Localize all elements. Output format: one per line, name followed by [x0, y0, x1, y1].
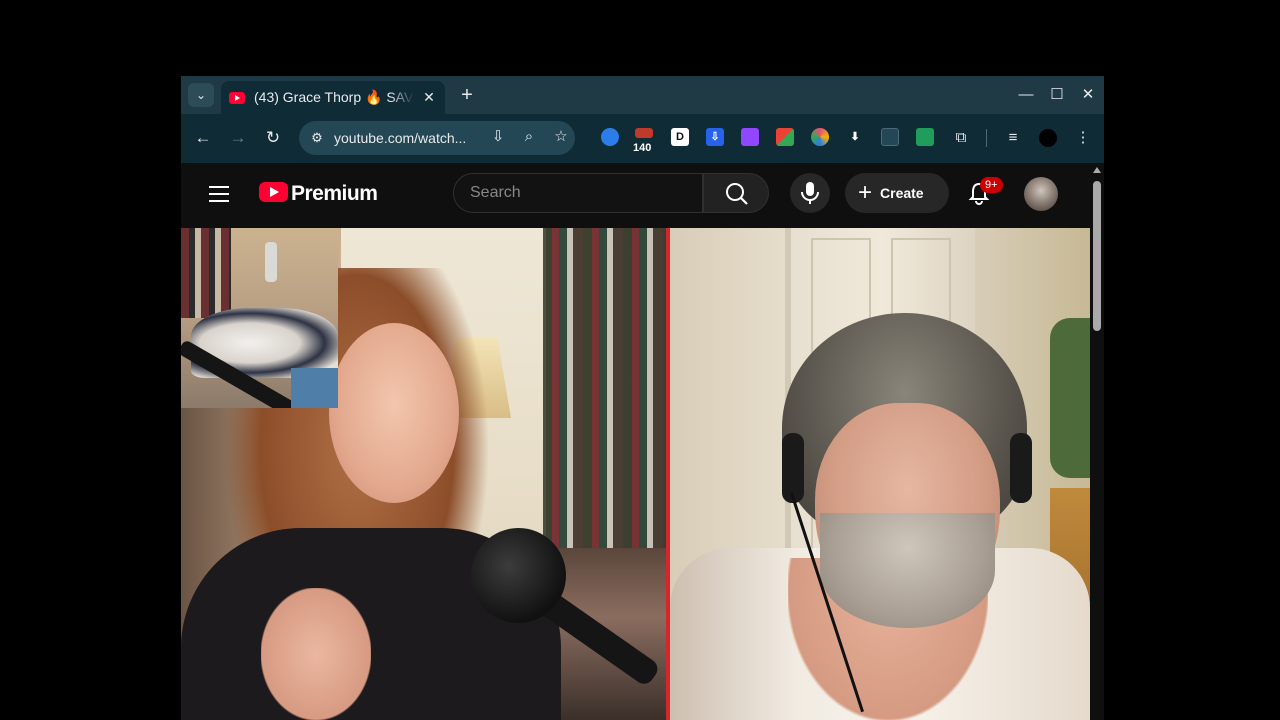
close-window-button[interactable]: ✕ [1078, 84, 1098, 106]
tv-extension-icon[interactable] [881, 128, 899, 146]
tab-strip: ⌄ (43) Grace Thorp 🔥 SAVAGE ✕ + — ☐ ✕ [181, 76, 1104, 114]
tab-youtube[interactable]: (43) Grace Thorp 🔥 SAVAGE ✕ [221, 81, 445, 114]
url-text: youtube.com/watch... [334, 130, 467, 146]
account-avatar[interactable] [1024, 177, 1058, 211]
scroll-up-arrow-icon[interactable] [1093, 167, 1101, 173]
new-tab-button[interactable]: + [457, 84, 477, 106]
search-field[interactable] [453, 173, 703, 213]
google-extension-icon[interactable] [776, 128, 794, 146]
tab-title: (43) Grace Thorp 🔥 SAVAGE [254, 89, 414, 105]
search-input[interactable] [454, 174, 702, 212]
youtube-premium-label[interactable]: Premium [291, 182, 378, 206]
edge-extension-icon[interactable] [601, 128, 619, 146]
bookmark-star-icon[interactable]: ☆ [551, 127, 571, 147]
zoom-icon[interactable]: ⌕ [519, 127, 539, 147]
reload-button[interactable]: ↻ [263, 128, 283, 148]
plus-icon: + [858, 179, 873, 206]
search-icon [726, 183, 748, 205]
youtube-logo-icon[interactable] [259, 182, 288, 202]
counter-extension-icon[interactable] [635, 128, 653, 138]
create-button[interactable]: + Create [845, 173, 949, 213]
install-app-icon[interactable]: ⇩ [488, 127, 508, 147]
video-player[interactable] [181, 228, 1090, 720]
tab-search-button[interactable]: ⌄ [188, 83, 214, 107]
extensions-puzzle-icon[interactable]: ⧉ [951, 128, 971, 148]
tab-close-icon[interactable]: ✕ [421, 89, 437, 106]
woman-hand [261, 588, 371, 720]
download-extension-icon[interactable]: ⇩ [706, 128, 724, 146]
microphone-icon [801, 182, 819, 204]
picture-in-picture-inset [181, 228, 338, 408]
closet-clothes [543, 228, 668, 568]
woman-face [329, 323, 459, 503]
headphone-right [1010, 433, 1032, 503]
notification-badge: 9+ [980, 177, 1003, 193]
profile-avatar-icon[interactable] [1039, 129, 1057, 147]
extension-badge-count: 140 [633, 142, 652, 154]
back-button[interactable]: ← [193, 128, 213, 148]
arrow-extension-icon[interactable]: ⬇ [846, 128, 864, 146]
menu-icon[interactable] [209, 186, 229, 202]
browser-toolbar: ← → ↻ ⚙ youtube.com/watch... ⇩ ⌕ ☆ 140 D… [181, 114, 1104, 163]
create-label: Create [880, 185, 924, 201]
voice-search-button[interactable] [790, 173, 830, 213]
maximize-button[interactable]: ☐ [1047, 84, 1067, 106]
twitch-extension-icon[interactable] [741, 128, 759, 146]
forward-button[interactable]: → [228, 128, 248, 148]
youtube-header: Premium + Create 9+ [181, 163, 1104, 228]
scroll-thumb[interactable] [1093, 181, 1101, 331]
browser-menu-icon[interactable]: ⋮ [1073, 128, 1093, 148]
site-info-icon[interactable]: ⚙ [309, 130, 325, 146]
right-participant-feed [670, 228, 1090, 720]
youtube-favicon-icon [229, 91, 245, 104]
green-extension-icon[interactable] [916, 128, 934, 146]
d-extension-icon[interactable]: D [671, 128, 689, 146]
page-scrollbar[interactable] [1090, 163, 1104, 720]
man-beard [820, 513, 995, 628]
minimize-button[interactable]: — [1016, 84, 1036, 106]
search-button[interactable] [703, 173, 769, 213]
toolbar-divider [986, 129, 987, 147]
microphone [471, 528, 566, 623]
color-extension-icon[interactable] [811, 128, 829, 146]
media-control-icon[interactable]: ≡ [1003, 128, 1023, 148]
browser-window: ⌄ (43) Grace Thorp 🔥 SAVAGE ✕ + — ☐ ✕ ← … [181, 76, 1104, 720]
